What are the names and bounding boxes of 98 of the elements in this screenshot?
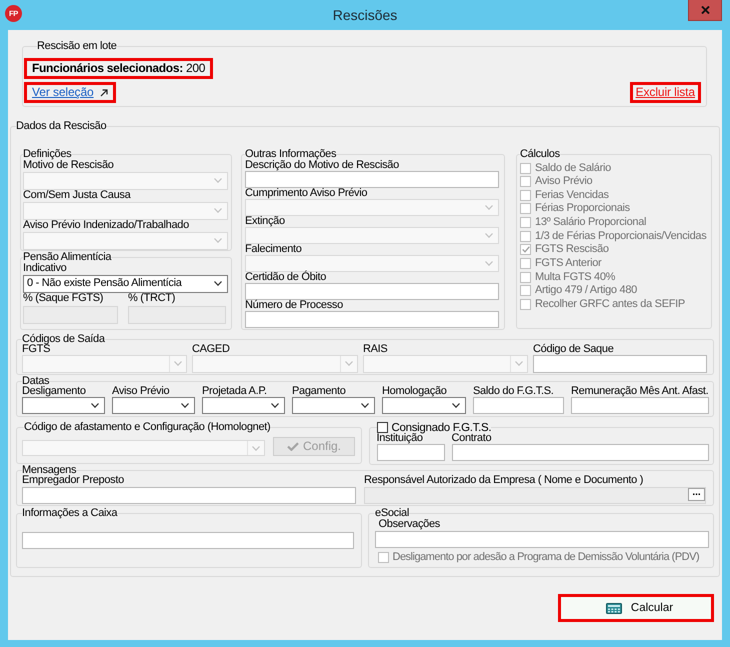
- field-label: Aviso Prévio: [112, 386, 170, 396]
- dropdown[interactable]: 0 - Não existe Pensão Alimentícia: [23, 274, 228, 292]
- text-field[interactable]: [452, 444, 708, 461]
- field-label: Contrato: [452, 432, 492, 444]
- checkmark-icon: [286, 442, 299, 450]
- field-label: Com/Sem Justa Causa: [23, 190, 132, 200]
- text-field[interactable]: [22, 532, 354, 548]
- field-label: Instituição: [376, 432, 423, 444]
- checkbox-label: Artigo 479 / Artigo 480: [535, 285, 637, 296]
- dropdown[interactable]: [112, 397, 195, 414]
- field-label: Desligamento: [22, 386, 87, 396]
- checkbox-label: Consignado F.G.T.S.: [392, 422, 492, 434]
- checkbox-label: 1/3 de Férias Proporcionais/Vencidas: [535, 230, 706, 242]
- text-field[interactable]: [375, 531, 709, 548]
- text-field[interactable]: [245, 170, 499, 188]
- field-label: Pagamento: [292, 386, 347, 396]
- dropdown[interactable]: [382, 397, 466, 414]
- group-title: Definições: [23, 148, 72, 160]
- field-label: Certidão de Óbito: [245, 272, 328, 282]
- window-title: Rescisões: [332, 6, 398, 25]
- chevron-down-icon: [252, 446, 260, 450]
- close-button[interactable]: [688, 0, 722, 21]
- checkbox[interactable]: [376, 422, 388, 433]
- chevron-down-icon: [361, 403, 369, 408]
- chevron-down-icon: [214, 238, 222, 243]
- chevron-down-icon: [271, 403, 279, 408]
- calculate-button[interactable]: Calcular: [558, 594, 714, 622]
- checkbox-label: Desligamento por adesão a Programa de Demissão Voluntária (PDV): [392, 552, 700, 563]
- text-field[interactable]: [473, 397, 564, 414]
- field-label: RAIS: [363, 344, 388, 354]
- dropdown[interactable]: [292, 397, 375, 414]
- chevron-down-icon: [91, 403, 99, 408]
- field-label: Código de Saque: [533, 344, 615, 354]
- chevron-down-icon: [174, 361, 182, 366]
- checkbox-label: FGTS Rescisão: [535, 244, 609, 256]
- field-label: Descrição do Motivo de Rescisão: [245, 160, 400, 170]
- delete-list-link[interactable]: Excluir lista: [630, 82, 701, 103]
- dropdown[interactable]: [202, 397, 285, 414]
- field-label: Empregador Preposto: [22, 474, 125, 486]
- arrow-icon: [100, 88, 108, 96]
- checkbox-label: Férias Proporcionais: [535, 203, 630, 214]
- field-label: Aviso Prévio Indenizado/Trabalhado: [23, 220, 190, 230]
- group-title: Datas: [22, 376, 50, 387]
- checkbox-label: Saldo de Salário: [535, 162, 611, 174]
- chevron-down-icon: [214, 178, 222, 183]
- field-label: % (TRCT): [128, 292, 176, 304]
- group-title: Rescisão em lote: [37, 41, 117, 52]
- field-label: CAGED: [192, 344, 231, 354]
- close-icon: [700, 6, 710, 14]
- field-label: Responsável Autorizado da Empresa ( Nome e Documento ): [364, 474, 644, 486]
- calculator-icon: [606, 602, 622, 614]
- text-field[interactable]: [245, 310, 499, 328]
- group-title: Pensão Alimentícia: [23, 252, 112, 262]
- chevron-down-icon: [345, 361, 353, 366]
- chevron-down-icon: [515, 361, 523, 366]
- chevron-down-icon: [485, 204, 493, 210]
- group-title: Cálculos: [520, 148, 560, 160]
- group-title: Código de afastamento e Configuração (Homolognet): [24, 422, 270, 432]
- field-label: % (Saque FGTS): [23, 292, 104, 304]
- dropdown[interactable]: [22, 397, 105, 414]
- text-field[interactable]: [376, 444, 444, 461]
- field-label: Motivo de Rescisão: [23, 160, 115, 170]
- group-title: Dados da Rescisão: [16, 120, 106, 132]
- field-label: Falecimento: [245, 244, 303, 254]
- text-field[interactable]: [22, 486, 356, 504]
- group-title: Informações a Caixa: [22, 508, 118, 519]
- field-label: Homologação: [382, 386, 448, 396]
- group-title: eSocial: [375, 508, 409, 519]
- checkmark-icon: [522, 246, 530, 254]
- text-field[interactable]: [571, 397, 709, 414]
- text-field[interactable]: [245, 282, 499, 300]
- view-selection-link[interactable]: Ver seleção: [24, 82, 116, 103]
- field-label: Projetada A.P.: [202, 386, 268, 396]
- chevron-down-icon: [485, 232, 493, 238]
- chevron-down-icon: [485, 260, 493, 266]
- field-label: Extinção: [245, 216, 286, 226]
- field-label: Remuneração Mês Ant. Afast.: [571, 386, 709, 396]
- field-label: Cumprimento Aviso Prévio: [245, 188, 368, 198]
- chevron-down-icon: [452, 403, 460, 408]
- group-title: Outras Informações: [245, 148, 336, 160]
- group-title: Códigos de Saída: [22, 334, 105, 344]
- text-field[interactable]: [533, 354, 707, 372]
- checkbox-label: 13º Salário Proporcional: [535, 217, 646, 228]
- checkbox-label: Recolher GRFC antes da SEFIP: [535, 298, 685, 310]
- field-label: Indicativo: [23, 262, 68, 274]
- checkbox-label: Multa FGTS 40%: [535, 272, 616, 283]
- chevron-down-icon: [181, 403, 189, 408]
- checkbox-label: Aviso Prévio: [535, 176, 592, 188]
- field-label: FGTS: [22, 344, 50, 354]
- selection-summary: Funcionários selecionados: 200: [24, 58, 214, 79]
- checkbox-label: FGTS Anterior: [535, 258, 602, 269]
- chevron-down-icon: [214, 281, 222, 286]
- field-label: Número de Processo: [245, 300, 344, 310]
- field-label: Saldo do F.G.T.S.: [473, 386, 554, 396]
- chevron-down-icon: [214, 208, 222, 213]
- group-title: Mensagens: [22, 465, 76, 476]
- checkbox-label: Ferias Vencidas: [535, 190, 609, 201]
- field-label: Observações: [378, 519, 442, 530]
